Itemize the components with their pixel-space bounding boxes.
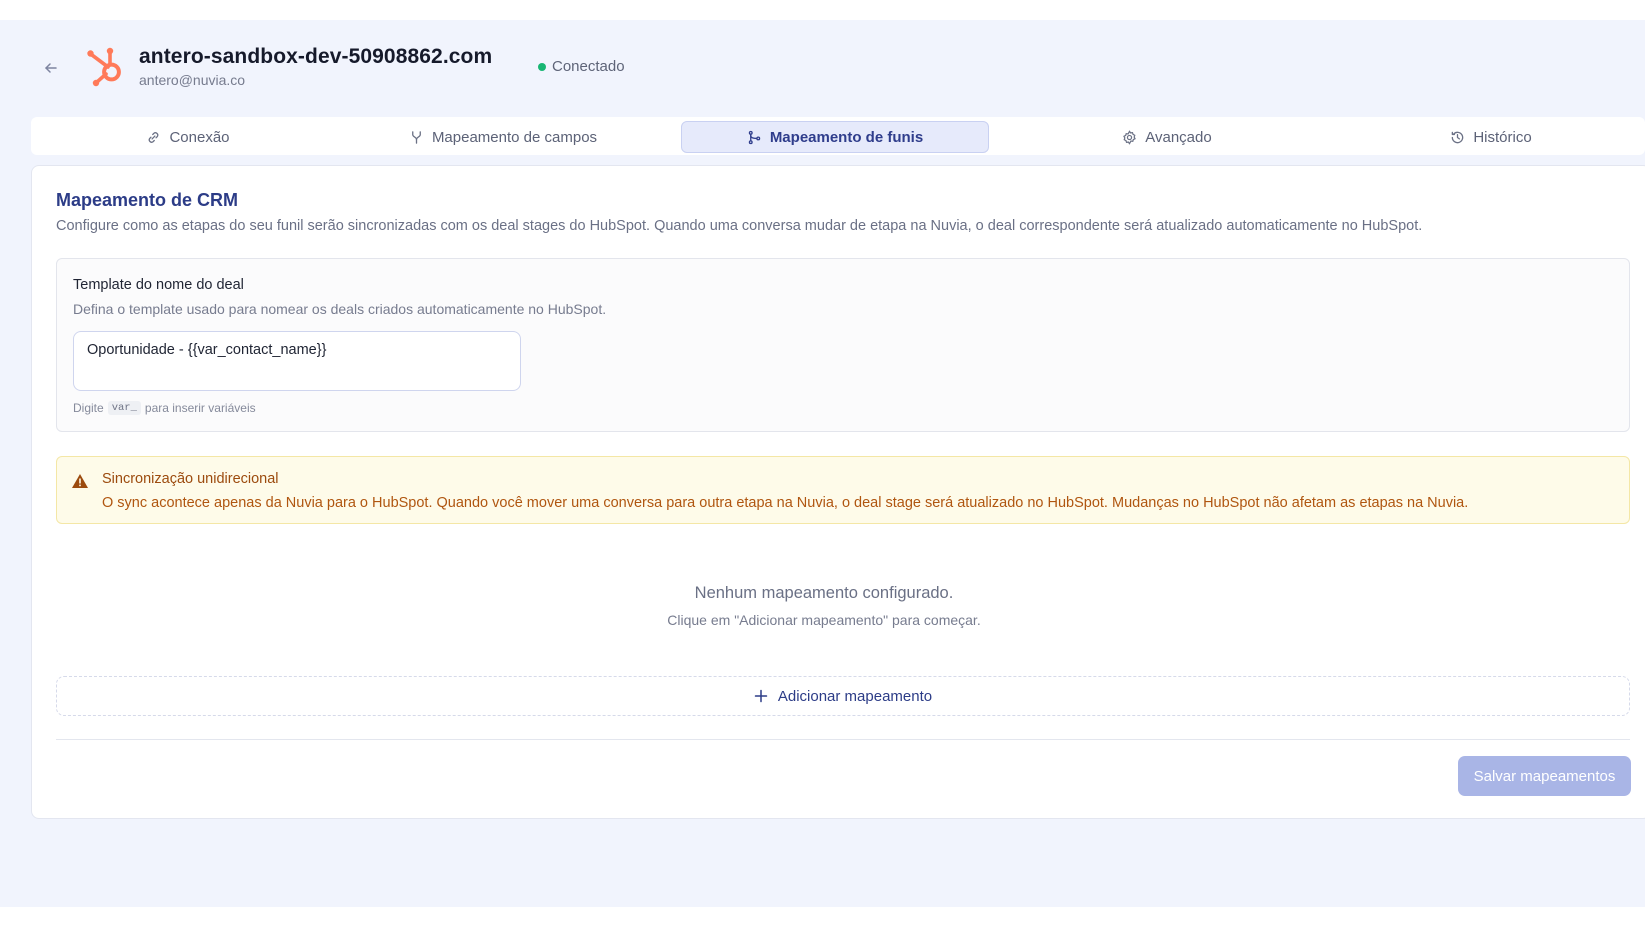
tab-label: Conexão [169,128,230,146]
template-label: Template do nome do deal [73,277,244,293]
back-button[interactable] [40,57,62,79]
warning-triangle-icon [72,474,88,488]
add-mapping-button[interactable]: Adicionar mapeamento [56,676,1630,716]
panel-title: Mapeamento de CRM [56,190,239,210]
divider [56,739,1630,740]
integration-title: antero-sandbox-dev-50908862.com [139,45,493,68]
status-dot-icon [538,62,546,71]
status-label: Conectado [552,58,625,75]
add-mapping-label: Adicionar mapeamento [777,687,933,705]
branch-icon [748,130,761,144]
template-hint: Digite var_ para inserir variáveis [73,401,256,415]
gear-icon [1123,129,1137,145]
hubspot-logo-icon [87,47,121,87]
history-icon [1452,131,1464,143]
tab-label: Mapeamento de funis [769,128,924,146]
crm-mapping-panel: Mapeamento de CRM Configure como as etap… [31,165,1645,819]
link-icon [149,131,159,143]
tab-historico[interactable]: Histórico [1337,121,1645,153]
save-mappings-button[interactable]: Salvar mapeamentos [1458,756,1631,796]
tab-label: Mapeamento de campos [431,128,598,146]
arrow-left-icon [45,63,57,73]
tab-mapeamento-funis[interactable]: Mapeamento de funis [681,121,989,153]
empty-state-title: Nenhum mapeamento configurado. [694,584,954,602]
panel-description: Configure como as etapas do seu funil se… [56,218,1423,234]
hint-code: var_ [107,401,141,415]
tab-conexao[interactable]: Conexão [31,121,345,153]
empty-state-subtitle: Clique em "Adicionar mapeamento" para co… [667,612,981,628]
tab-label: Histórico [1473,128,1532,146]
sync-warning-alert: Sincronização unidirecional O sync acont… [56,456,1630,524]
tab-bar: Conexão Mapeamento de campos Mapeamento … [31,117,1645,155]
deal-name-template-input[interactable]: Oportunidade - {{var_contact_name}} [73,331,521,391]
merge-icon [412,130,421,144]
tab-label: Avançado [1145,128,1212,146]
template-help-text: Defina o template usado para nomear os d… [73,301,607,317]
warning-text: O sync acontece apenas da Nuvia para o H… [102,495,1469,511]
tab-avancado[interactable]: Avançado [1013,121,1321,153]
warning-title: Sincronização unidirecional [102,471,279,487]
hint-prefix: Digite [73,401,104,415]
connection-status: Conectado [538,58,625,75]
app-root: antero-sandbox-dev-50908862.com antero@n… [0,20,1645,907]
plus-icon [754,689,768,703]
hint-suffix: para inserir variáveis [144,401,256,415]
integration-header: antero-sandbox-dev-50908862.com antero@n… [0,20,1645,112]
integration-email: antero@nuvia.co [139,72,246,88]
deal-name-template-card: Template do nome do deal Defina o templa… [56,258,1630,432]
tab-mapeamento-campos[interactable]: Mapeamento de campos [349,121,657,153]
